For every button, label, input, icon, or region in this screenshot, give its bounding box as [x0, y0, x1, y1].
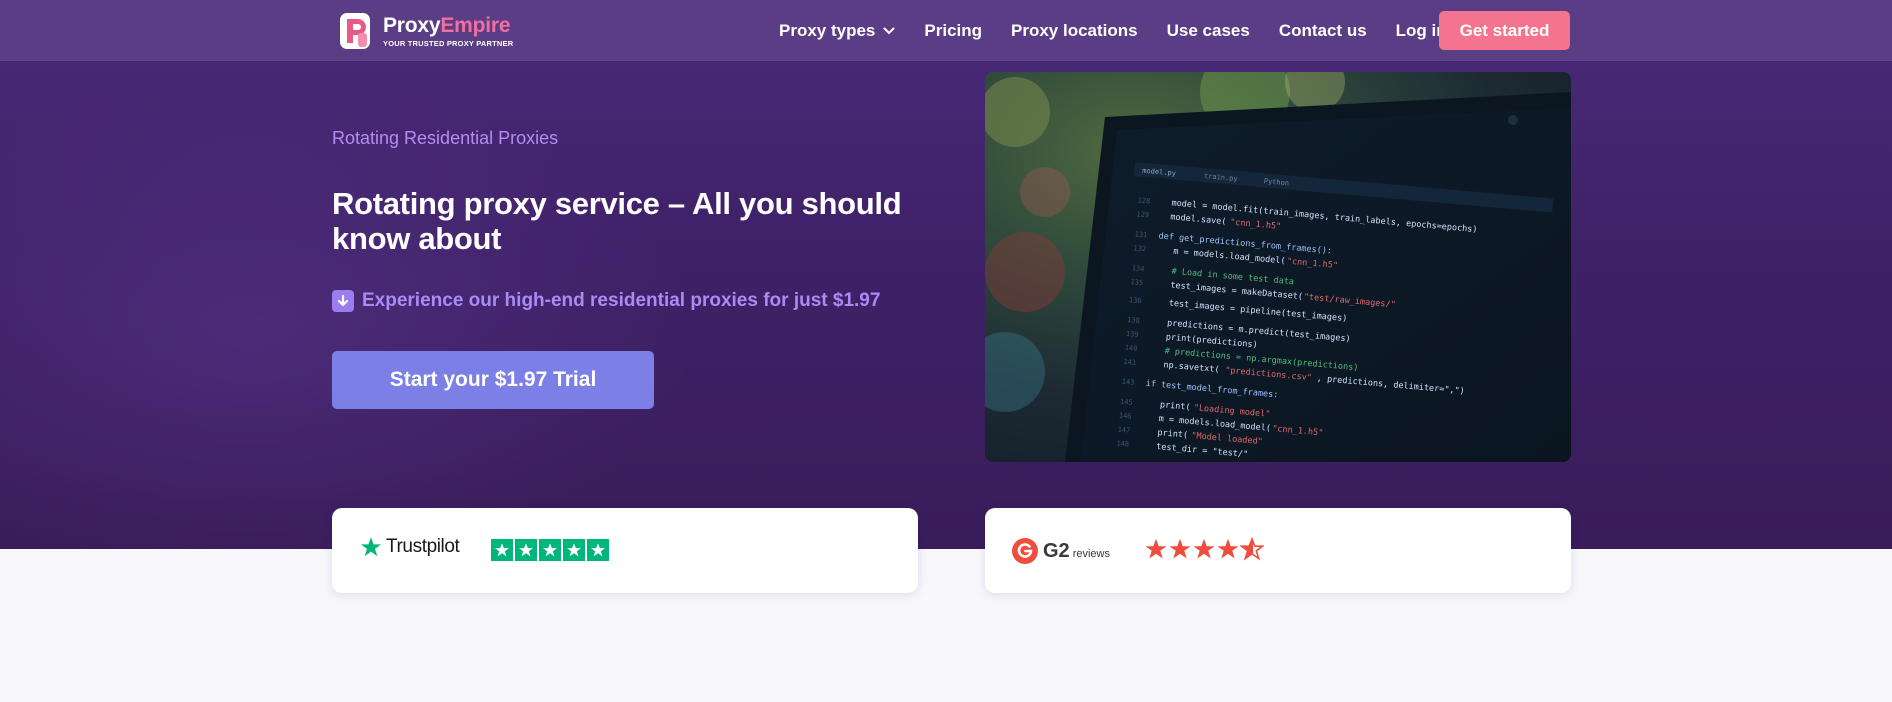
star-icon [1145, 539, 1167, 559]
g2-rating [1144, 537, 1264, 561]
nav-link-pricing[interactable]: Pricing [924, 21, 982, 41]
logo-name: ProxyEmpire [383, 13, 511, 37]
star-icon [587, 539, 609, 561]
get-started-button[interactable]: Get started [1439, 11, 1570, 50]
trustpilot-rating [491, 539, 611, 561]
svg-text:139: 139 [1126, 330, 1139, 339]
logo-icon [337, 11, 377, 51]
svg-text:129: 129 [1136, 210, 1149, 219]
svg-text:147: 147 [1117, 426, 1130, 435]
svg-text:128: 128 [1137, 196, 1150, 205]
hero-eyebrow: Rotating Residential Proxies [332, 128, 559, 148]
svg-text:132: 132 [1133, 244, 1146, 253]
navbar: ProxyEmpire YOUR TRUSTED PROXY PARTNER P… [0, 0, 1892, 61]
nav-links: Proxy types Pricing Proxy locations Use … [779, 0, 1476, 61]
g2-badge-icon [1012, 538, 1038, 564]
trustpilot-logo: Trustpilot [360, 536, 460, 558]
star-icon [491, 539, 513, 561]
down-arrow-icon [332, 290, 354, 312]
nav-link-contact-us[interactable]: Contact us [1279, 21, 1367, 41]
hero-section [0, 0, 1892, 549]
svg-text:148: 148 [1116, 439, 1129, 448]
svg-text:141: 141 [1123, 358, 1136, 367]
g2-logo: G2 reviews [1012, 538, 1110, 564]
hero-image-laptop-code: model.py train.py Python model = model.f… [985, 72, 1571, 462]
logo-tagline: YOUR TRUSTED PROXY PARTNER [383, 38, 514, 48]
logo[interactable]: ProxyEmpire YOUR TRUSTED PROXY PARTNER [337, 11, 513, 51]
trustpilot-card[interactable]: Trustpilot [332, 508, 918, 593]
star-icon [1193, 539, 1215, 559]
star-icon [1169, 539, 1191, 559]
offer-line: Experience our high-end residential prox… [332, 290, 880, 312]
hero-glow [0, 80, 700, 549]
svg-text:131: 131 [1134, 230, 1147, 239]
svg-text:134: 134 [1131, 264, 1144, 273]
svg-text:143: 143 [1121, 378, 1134, 387]
half-star-icon [1240, 537, 1264, 561]
svg-text:140: 140 [1124, 344, 1137, 353]
g2-card[interactable]: G2 reviews [985, 508, 1571, 593]
star-icon [563, 539, 585, 561]
svg-text:146: 146 [1118, 412, 1131, 421]
trustpilot-star-icon [360, 537, 382, 557]
svg-text:135: 135 [1130, 278, 1143, 287]
page-title: Rotating proxy service – All you should … [332, 186, 902, 256]
svg-text:138: 138 [1127, 316, 1140, 325]
svg-text:136: 136 [1129, 296, 1142, 305]
nav-link-proxy-types[interactable]: Proxy types [779, 21, 895, 41]
star-icon [1217, 539, 1239, 559]
star-icon [539, 539, 561, 561]
chevron-down-icon [883, 27, 895, 34]
offer-text: Experience our high-end residential prox… [362, 290, 881, 311]
nav-link-use-cases[interactable]: Use cases [1167, 21, 1250, 41]
nav-link-proxy-locations[interactable]: Proxy locations [1011, 21, 1138, 41]
svg-text:145: 145 [1120, 398, 1133, 407]
start-trial-button[interactable]: Start your $1.97 Trial [332, 351, 654, 409]
star-icon [515, 539, 537, 561]
